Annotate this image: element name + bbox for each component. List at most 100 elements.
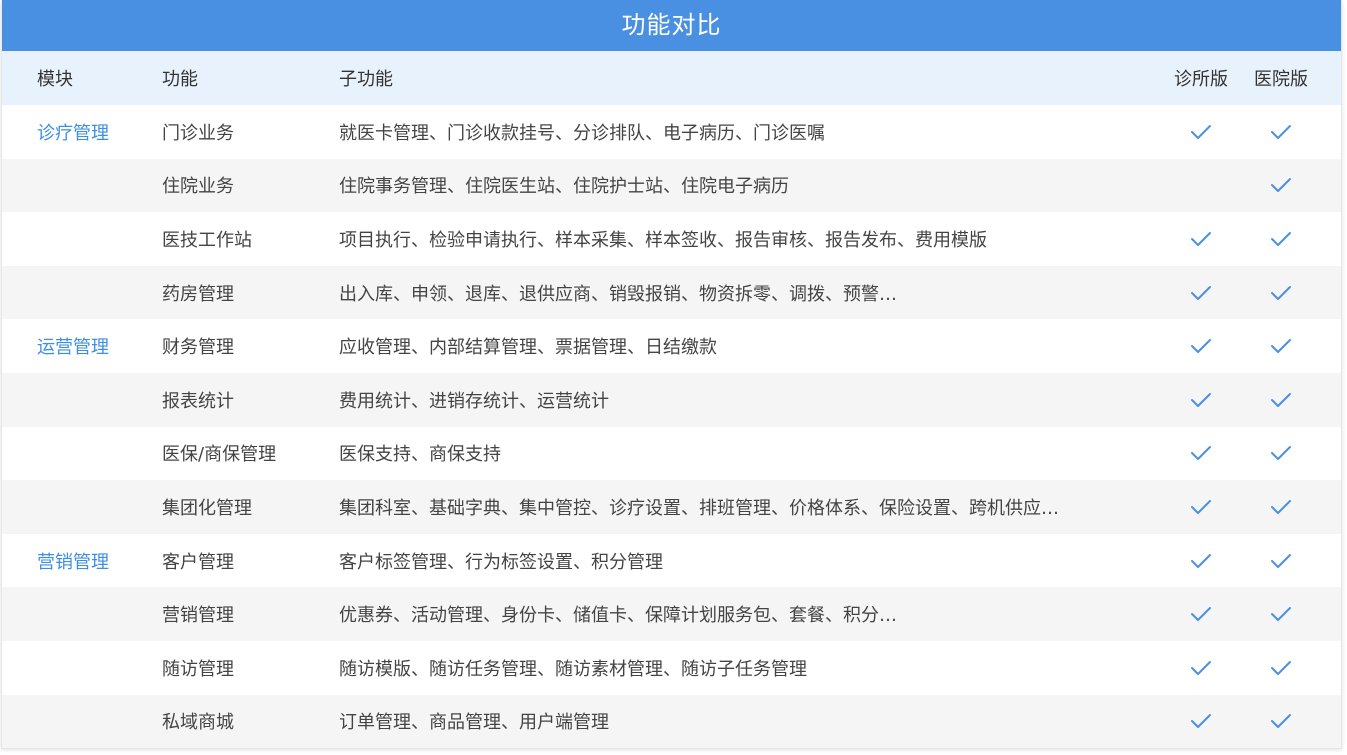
- clinic-edition-cell: [1162, 159, 1240, 213]
- check-icon: [1191, 660, 1211, 675]
- module-cell: 诊疗管理: [37, 122, 109, 144]
- sub-function-cell: 集团科室、基础字典、集中管控、诊疗设置、排班管理、价格体系、保险设置、跨机供应…: [339, 497, 1059, 519]
- clinic-edition-cell: [1162, 587, 1240, 641]
- check-icon: [1271, 392, 1291, 407]
- function-cell: 集团化管理: [162, 497, 252, 519]
- check-icon: [1191, 231, 1211, 246]
- module-cell: [37, 266, 147, 320]
- clinic-edition-cell: [1162, 480, 1240, 534]
- hospital-edition-cell: [1242, 641, 1320, 695]
- table-row: 集团化管理 集团科室、基础字典、集中管控、诊疗设置、排班管理、价格体系、保险设置…: [2, 480, 1341, 534]
- clinic-edition-cell: [1162, 266, 1240, 320]
- check-icon: [1271, 660, 1291, 675]
- table-body: 诊疗管理 门诊业务 就医卡管理、门诊收款挂号、分诊排队、电子病历、门诊医嘱 住院…: [2, 105, 1341, 749]
- function-cell: 住院业务: [162, 176, 234, 198]
- module-cell: 运营管理: [37, 337, 109, 359]
- check-icon: [1271, 178, 1291, 193]
- clinic-edition-cell: [1162, 105, 1240, 159]
- sub-function-cell: 优惠券、活动管理、身份卡、储值卡、保障计划服务包、套餐、积分…: [339, 605, 897, 627]
- clinic-edition-cell: [1162, 319, 1240, 373]
- check-icon: [1191, 392, 1211, 407]
- hospital-edition-cell: [1242, 695, 1320, 749]
- table-row: 诊疗管理 门诊业务 就医卡管理、门诊收款挂号、分诊排队、电子病历、门诊医嘱: [2, 105, 1341, 159]
- sub-function-cell: 医保支持、商保支持: [339, 444, 501, 466]
- table-row: 随访管理 随访模版、随访任务管理、随访素材管理、随访子任务管理: [2, 640, 1341, 695]
- check-icon: [1271, 499, 1291, 514]
- sub-function-cell: 客户标签管理、行为标签设置、积分管理: [339, 551, 663, 573]
- function-cell: 药房管理: [162, 283, 234, 305]
- clinic-edition-cell: [1162, 427, 1240, 481]
- header-sub-function: 子功能: [339, 69, 393, 90]
- table-row: 医技工作站 项目执行、检验申请执行、样本采集、样本签收、报告审核、报告发布、费用…: [2, 212, 1341, 266]
- header-function: 功能: [162, 69, 198, 90]
- function-cell: 门诊业务: [162, 122, 234, 144]
- check-icon: [1271, 124, 1291, 139]
- check-icon: [1191, 714, 1211, 729]
- check-icon: [1191, 124, 1211, 139]
- hospital-edition-cell: [1242, 266, 1320, 320]
- function-cell: 私域商城: [162, 712, 234, 734]
- check-icon: [1191, 553, 1211, 568]
- hospital-edition-cell: [1242, 587, 1320, 641]
- module-cell: [37, 373, 147, 427]
- check-icon: [1271, 285, 1291, 300]
- check-icon: [1271, 607, 1291, 622]
- sub-function-cell: 住院事务管理、住院医生站、住院护士站、住院电子病历: [339, 176, 789, 198]
- table-row: 营销管理 优惠券、活动管理、身份卡、储值卡、保障计划服务包、套餐、积分…: [2, 587, 1341, 641]
- sub-function-cell: 项目执行、检验申请执行、样本采集、样本签收、报告审核、报告发布、费用模版: [339, 229, 987, 251]
- hospital-edition-cell: [1242, 480, 1320, 534]
- header-hospital-edition: 医院版: [1254, 69, 1308, 90]
- function-cell: 随访管理: [162, 658, 234, 680]
- function-cell: 医技工作站: [162, 229, 252, 251]
- hospital-edition-cell: [1242, 319, 1320, 373]
- sub-function-cell: 就医卡管理、门诊收款挂号、分诊排队、电子病历、门诊医嘱: [339, 122, 825, 144]
- function-cell: 财务管理: [162, 337, 234, 359]
- table-row: 住院业务 住院事务管理、住院医生站、住院护士站、住院电子病历: [2, 158, 1341, 213]
- clinic-edition-cell: [1162, 212, 1240, 266]
- hospital-edition-cell: [1242, 534, 1320, 588]
- hospital-edition-cell: [1242, 159, 1320, 213]
- module-cell: [37, 427, 147, 481]
- function-cell: 报表统计: [162, 390, 234, 412]
- table-row: 医保/商保管理 医保支持、商保支持: [2, 426, 1341, 481]
- function-cell: 医保/商保管理: [162, 444, 277, 466]
- check-icon: [1271, 339, 1291, 354]
- header-clinic-edition: 诊所版: [1174, 69, 1228, 90]
- module-cell: [37, 641, 147, 695]
- check-icon: [1191, 285, 1211, 300]
- function-cell: 客户管理: [162, 551, 234, 573]
- sub-function-cell: 随访模版、随访任务管理、随访素材管理、随访子任务管理: [339, 658, 807, 680]
- sub-function-cell: 费用统计、进销存统计、运营统计: [339, 390, 609, 412]
- module-cell: [37, 480, 147, 534]
- clinic-edition-cell: [1162, 695, 1240, 749]
- check-icon: [1191, 607, 1211, 622]
- module-cell: [37, 587, 147, 641]
- check-icon: [1191, 499, 1211, 514]
- module-cell: [37, 212, 147, 266]
- module-cell: 营销管理: [37, 551, 109, 573]
- check-icon: [1271, 231, 1291, 246]
- sub-function-cell: 订单管理、商品管理、用户端管理: [339, 712, 609, 734]
- hospital-edition-cell: [1242, 105, 1320, 159]
- table-row: 营销管理 客户管理 客户标签管理、行为标签设置、积分管理: [2, 533, 1341, 588]
- check-icon: [1271, 553, 1291, 568]
- check-icon: [1271, 446, 1291, 461]
- page-title: 功能对比: [2, 0, 1341, 51]
- module-cell: [37, 159, 147, 213]
- clinic-edition-cell: [1162, 534, 1240, 588]
- feature-comparison-panel: 功能对比 模块 功能 子功能 诊所版 医院版 诊疗管理 门诊业务 就医卡管理、门…: [1, 0, 1342, 749]
- table-row: 报表统计 费用统计、进销存统计、运营统计: [2, 372, 1341, 427]
- hospital-edition-cell: [1242, 373, 1320, 427]
- check-icon: [1191, 339, 1211, 354]
- hospital-edition-cell: [1242, 212, 1320, 266]
- clinic-edition-cell: [1162, 373, 1240, 427]
- table-row: 药房管理 出入库、申领、退库、退供应商、销毁报销、物资拆零、调拨、预警…: [2, 265, 1341, 320]
- function-cell: 营销管理: [162, 605, 234, 627]
- check-icon: [1271, 714, 1291, 729]
- check-icon: [1191, 446, 1211, 461]
- sub-function-cell: 出入库、申领、退库、退供应商、销毁报销、物资拆零、调拨、预警…: [339, 283, 897, 305]
- module-cell: [37, 695, 147, 749]
- header-module: 模块: [37, 69, 73, 90]
- hospital-edition-cell: [1242, 427, 1320, 481]
- table-row: 私域商城 订单管理、商品管理、用户端管理: [2, 694, 1341, 749]
